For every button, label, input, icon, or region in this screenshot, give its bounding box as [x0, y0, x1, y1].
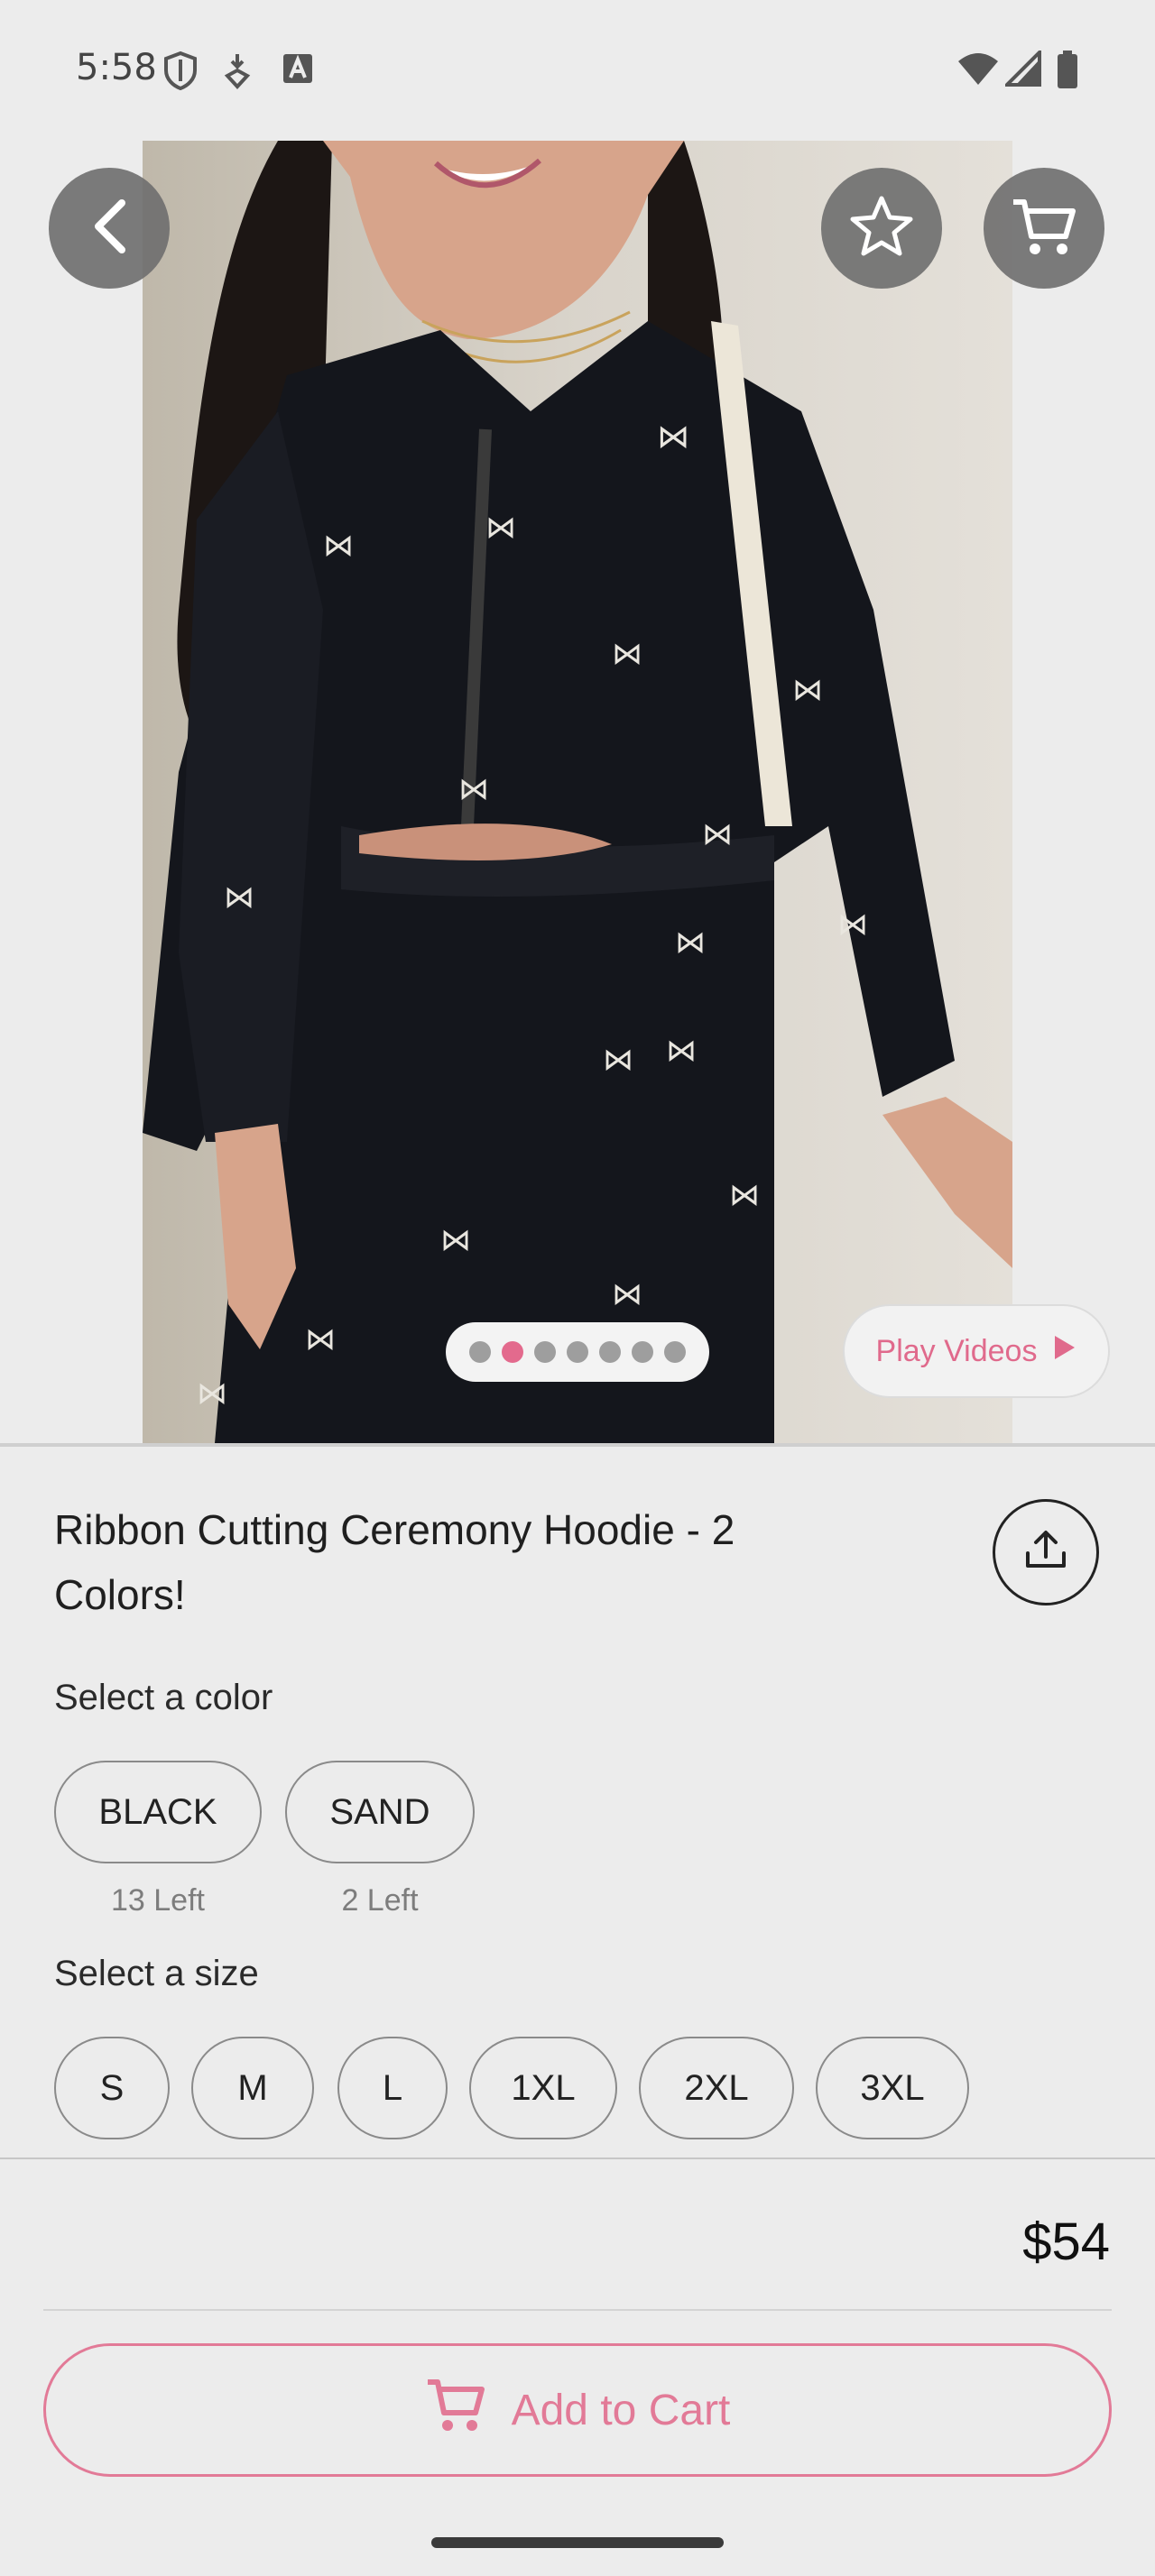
svg-text:⋈: ⋈: [612, 1276, 642, 1312]
svg-text:⋈: ⋈: [603, 1042, 633, 1078]
carousel-dot-active[interactable]: [502, 1341, 523, 1363]
add-to-cart-label: Add to Cart: [511, 2386, 731, 2434]
play-videos-label: Play Videos: [875, 1333, 1038, 1368]
svg-text:⋈: ⋈: [323, 528, 354, 564]
divider: [43, 2309, 1112, 2311]
cart-icon: [1010, 195, 1078, 262]
carousel-dot[interactable]: [534, 1341, 556, 1363]
carousel-dot[interactable]: [599, 1341, 621, 1363]
cart-button[interactable]: [984, 168, 1104, 289]
size-option-s[interactable]: S: [54, 2037, 170, 2139]
product-price: $54: [1022, 2213, 1110, 2271]
svg-text:⋈: ⋈: [702, 816, 733, 852]
divider: [0, 1443, 1155, 1447]
size-option-2xl[interactable]: 2XL: [639, 2037, 794, 2139]
svg-text:⋈: ⋈: [792, 672, 823, 708]
product-image-carousel[interactable]: ⋈ ⋈ ⋈ ⋈ ⋈ ⋈ ⋈ ⋈ ⋈ ⋈ ⋈ ⋈ ⋈ ⋈ ⋈ ⋈ ⋈ Play V…: [0, 141, 1155, 1443]
size-option-m[interactable]: M: [191, 2037, 314, 2139]
svg-text:⋈: ⋈: [485, 510, 516, 546]
cart-icon: [425, 2377, 486, 2443]
chevron-left-icon: [89, 198, 129, 260]
carousel-dot[interactable]: [469, 1341, 491, 1363]
favorite-button[interactable]: [821, 168, 942, 289]
color-option-black[interactable]: BLACK: [54, 1761, 262, 1863]
signal-icon: [1003, 48, 1041, 91]
status-time: 5:58: [76, 47, 157, 88]
wifi-icon: [956, 51, 1000, 91]
location-download-icon: [224, 51, 251, 95]
color-option-sand[interactable]: SAND: [285, 1761, 475, 1863]
share-button[interactable]: [993, 1499, 1099, 1605]
select-color-label: Select a color: [54, 1678, 273, 1717]
carousel-indicator[interactable]: [446, 1322, 709, 1382]
add-to-cart-button[interactable]: Add to Cart: [43, 2343, 1112, 2477]
size-option-3xl[interactable]: 3XL: [816, 2037, 969, 2139]
color-stock-sand: 2 Left: [341, 1883, 419, 1918]
select-size-label: Select a size: [54, 1954, 259, 1993]
svg-text:⋈: ⋈: [612, 636, 642, 672]
svg-text:⋈: ⋈: [458, 771, 489, 807]
play-icon: [1053, 1334, 1076, 1369]
battery-icon: [1056, 51, 1079, 93]
svg-text:⋈: ⋈: [197, 1375, 227, 1412]
font-a-icon: [282, 51, 314, 91]
shield-icon: [162, 51, 199, 95]
size-option-l[interactable]: L: [337, 2037, 448, 2139]
status-bar: 5:58: [0, 0, 1155, 135]
color-stock-black: 13 Left: [111, 1883, 205, 1918]
svg-text:⋈: ⋈: [305, 1321, 336, 1357]
size-option-1xl[interactable]: 1XL: [469, 2037, 617, 2139]
product-photo: ⋈ ⋈ ⋈ ⋈ ⋈ ⋈ ⋈ ⋈ ⋈ ⋈ ⋈ ⋈ ⋈ ⋈ ⋈ ⋈ ⋈: [143, 141, 1012, 1443]
carousel-dot[interactable]: [664, 1341, 686, 1363]
svg-text:⋈: ⋈: [440, 1222, 471, 1258]
product-title: Ribbon Cutting Ceremony Hoodie - 2 Color…: [54, 1506, 735, 1618]
play-videos-button[interactable]: Play Videos: [843, 1304, 1110, 1398]
star-icon: [849, 195, 914, 262]
home-indicator[interactable]: [431, 2537, 724, 2548]
svg-text:⋈: ⋈: [675, 925, 706, 961]
svg-text:⋈: ⋈: [729, 1177, 760, 1213]
carousel-dot[interactable]: [632, 1341, 653, 1363]
svg-text:⋈: ⋈: [224, 879, 254, 915]
svg-text:⋈: ⋈: [666, 1033, 697, 1069]
back-button[interactable]: [49, 168, 170, 289]
svg-text:⋈: ⋈: [657, 419, 689, 455]
divider: [0, 2157, 1155, 2159]
svg-text:⋈: ⋈: [837, 906, 868, 943]
carousel-dot[interactable]: [567, 1341, 588, 1363]
share-icon: [1023, 1530, 1068, 1576]
